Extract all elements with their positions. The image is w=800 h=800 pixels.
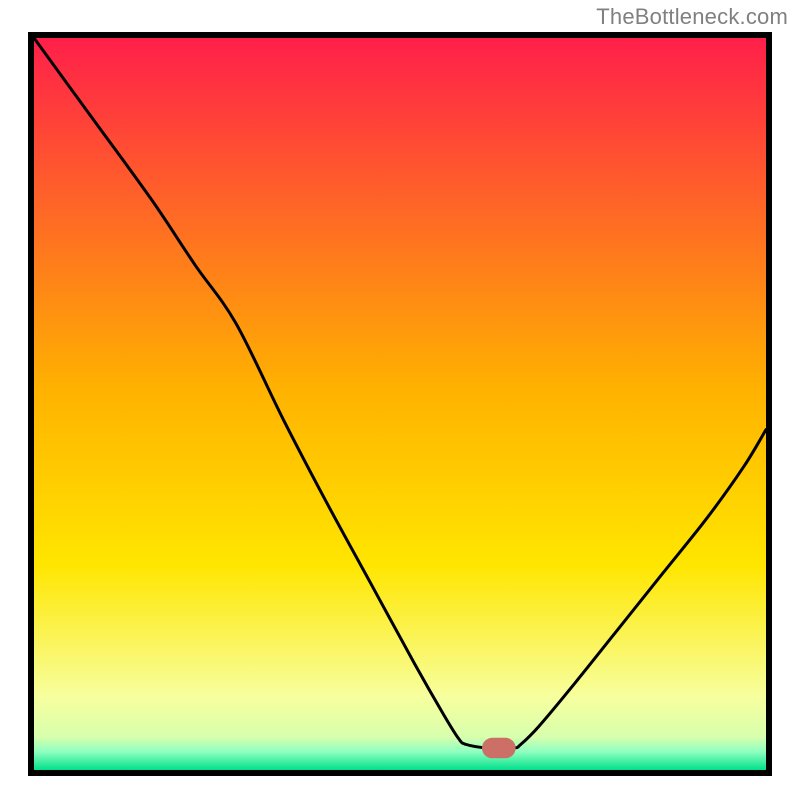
chart-frame [28,32,772,776]
chart-stage: TheBottleneck.com [0,0,800,800]
watermark-text: TheBottleneck.com [596,4,788,30]
